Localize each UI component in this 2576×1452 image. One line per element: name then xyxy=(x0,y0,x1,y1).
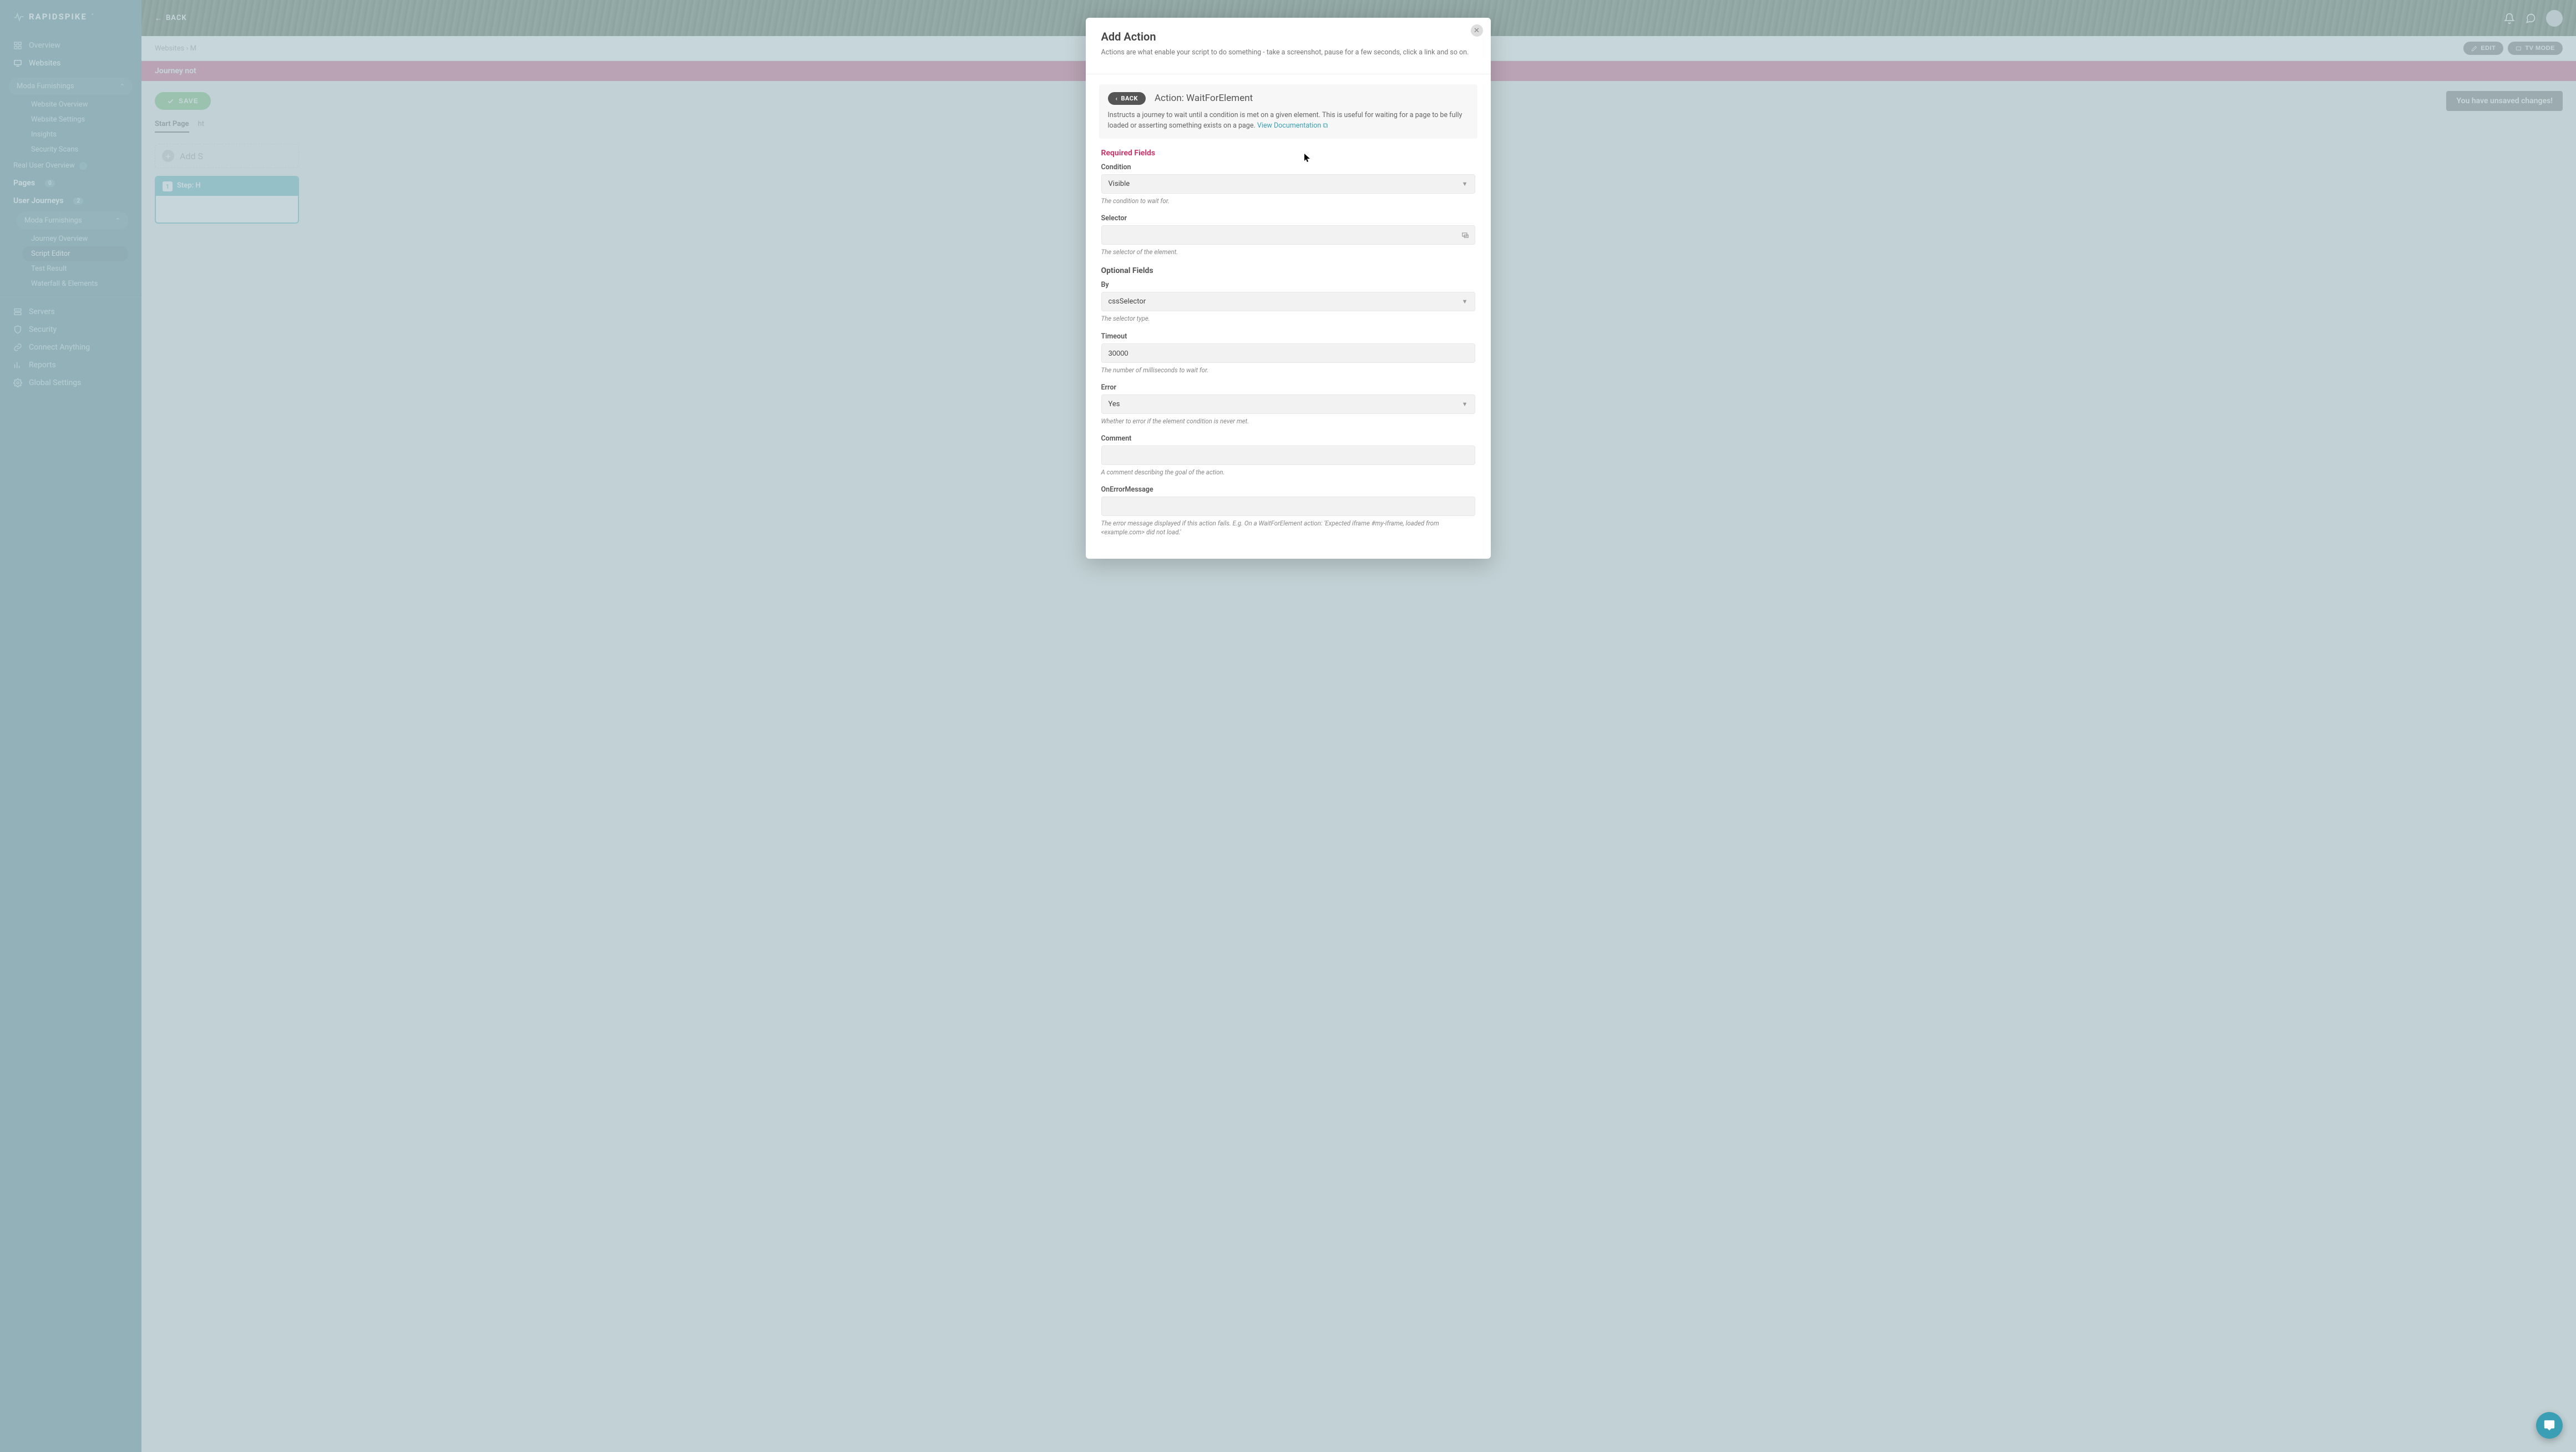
by-label: By xyxy=(1101,281,1475,289)
field-condition: Condition Visible ▼ The condition to wai… xyxy=(1101,163,1475,205)
field-timeout: Timeout The number of milliseconds to wa… xyxy=(1101,332,1475,375)
chat-bubble-icon xyxy=(2543,1419,2555,1431)
action-box: ‹ BACK Action: WaitForElement Instructs … xyxy=(1099,84,1477,139)
select-element-icon[interactable] xyxy=(1461,231,1470,239)
action-back-label: BACK xyxy=(1121,95,1138,102)
condition-label: Condition xyxy=(1101,163,1475,171)
error-label: Error xyxy=(1101,383,1475,392)
close-icon: ✕ xyxy=(1474,27,1480,35)
timeout-hint: The number of milliseconds to wait for. xyxy=(1101,366,1475,375)
required-heading: Required Fields xyxy=(1101,149,1475,158)
by-hint: The selector type. xyxy=(1101,314,1475,323)
by-select[interactable]: cssSelector ▼ xyxy=(1101,292,1475,311)
action-back-button[interactable]: ‹ BACK xyxy=(1108,92,1146,105)
view-documentation-link[interactable]: View Documentation ⧉ xyxy=(1257,122,1328,130)
modal-overlay[interactable]: ✕ Add Action Actions are what enable you… xyxy=(0,0,2576,1452)
chevron-down-icon: ▼ xyxy=(1462,401,1468,408)
modal-title: Add Action xyxy=(1101,30,1475,43)
form-section: Required Fields Condition Visible ▼ The … xyxy=(1086,139,1491,559)
field-selector: Selector The selector of the element. xyxy=(1101,214,1475,256)
comment-label: Comment xyxy=(1101,434,1475,443)
link-label: View Documentation xyxy=(1257,122,1321,130)
field-comment: Comment A comment describing the goal of… xyxy=(1101,434,1475,477)
modal-header: Add Action Actions are what enable your … xyxy=(1086,18,1491,64)
action-description: Instructs a journey to wait until a cond… xyxy=(1108,110,1469,131)
comment-input[interactable] xyxy=(1101,446,1475,465)
error-hint: Whether to error if the element conditio… xyxy=(1101,417,1475,426)
modal: ✕ Add Action Actions are what enable you… xyxy=(1086,18,1491,559)
chevron-down-icon: ▼ xyxy=(1462,298,1468,305)
error-select[interactable]: Yes ▼ xyxy=(1101,394,1475,414)
external-link-icon: ⧉ xyxy=(1323,122,1328,130)
action-title: Action: WaitForElement xyxy=(1155,93,1253,104)
selector-input[interactable] xyxy=(1101,225,1475,245)
timeout-label: Timeout xyxy=(1101,332,1475,341)
modal-close-button[interactable]: ✕ xyxy=(1471,24,1483,37)
timeout-input[interactable] xyxy=(1101,343,1475,363)
onerror-input[interactable] xyxy=(1101,497,1475,516)
by-value: cssSelector xyxy=(1109,297,1146,306)
action-head: ‹ BACK Action: WaitForElement xyxy=(1108,92,1469,105)
chat-widget-button[interactable] xyxy=(2536,1412,2563,1439)
onerror-label: OnErrorMessage xyxy=(1101,485,1475,494)
chevron-down-icon: ▼ xyxy=(1462,180,1468,188)
field-error: Error Yes ▼ Whether to error if the elem… xyxy=(1101,383,1475,426)
selector-label: Selector xyxy=(1101,214,1475,222)
condition-select[interactable]: Visible ▼ xyxy=(1101,174,1475,194)
chevron-left-icon: ‹ xyxy=(1116,95,1118,102)
onerror-hint: The error message displayed if this acti… xyxy=(1101,519,1475,537)
condition-value: Visible xyxy=(1109,180,1130,188)
comment-hint: A comment describing the goal of the act… xyxy=(1101,468,1475,477)
condition-hint: The condition to wait for. xyxy=(1101,196,1475,205)
selector-hint: The selector of the element. xyxy=(1101,247,1475,256)
error-value: Yes xyxy=(1109,400,1120,408)
field-onerror: OnErrorMessage The error message display… xyxy=(1101,485,1475,537)
optional-heading: Optional Fields xyxy=(1101,266,1475,275)
field-by: By cssSelector ▼ The selector type. xyxy=(1101,281,1475,323)
modal-subtitle: Actions are what enable your script to d… xyxy=(1101,48,1475,58)
